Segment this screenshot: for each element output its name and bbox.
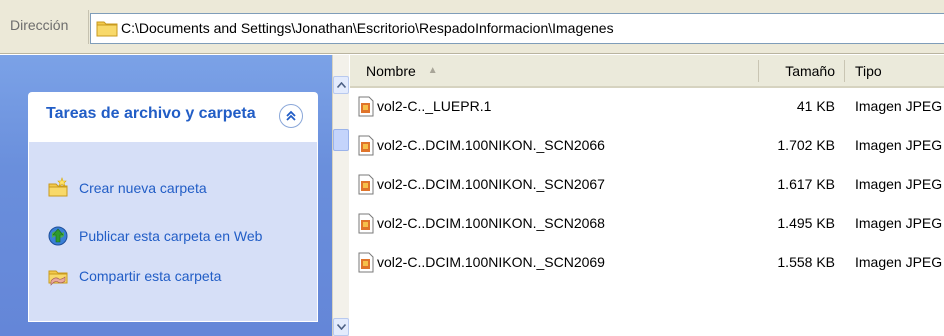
collapse-button[interactable] <box>279 104 303 128</box>
address-path[interactable]: C:\Documents and Settings\Jonathan\Escri… <box>121 20 614 36</box>
column-name-label: Nombre <box>366 62 416 79</box>
column-type-label: Tipo <box>855 62 882 79</box>
file-row[interactable]: vol2-C..DCIM.100NIKON._SCN2069 1.558 KB … <box>350 251 944 275</box>
task-publish-web[interactable]: Publicar esta carpeta en Web <box>47 224 262 248</box>
tasks-body: Crear nueva carpeta Publicar esta carpet… <box>28 142 318 322</box>
task-label: Publicar esta carpeta en Web <box>79 228 263 244</box>
scroll-up-button[interactable] <box>333 76 349 94</box>
jpeg-file-icon <box>358 252 374 273</box>
publish-web-icon <box>48 226 68 246</box>
file-size: 1.558 KB <box>777 254 835 270</box>
jpeg-file-icon <box>358 96 374 117</box>
task-share-folder[interactable]: Compartir esta carpeta <box>47 264 221 288</box>
file-name: vol2-C.._LUEPR.1 <box>377 98 492 114</box>
file-size: 1.702 KB <box>777 137 835 153</box>
file-type: Imagen JPEG <box>855 254 943 270</box>
file-row[interactable]: vol2-C.._LUEPR.1 41 KB Imagen JPEG <box>350 95 944 119</box>
file-row[interactable]: vol2-C..DCIM.100NIKON._SCN2068 1.495 KB … <box>350 212 944 236</box>
file-name: vol2-C..DCIM.100NIKON._SCN2066 <box>377 137 605 153</box>
file-size: 1.495 KB <box>777 215 835 231</box>
file-name: vol2-C..DCIM.100NIKON._SCN2067 <box>377 176 605 192</box>
file-type: Imagen JPEG <box>855 176 943 192</box>
file-type: Imagen JPEG <box>855 215 943 231</box>
address-field[interactable]: C:\Documents and Settings\Jonathan\Escri… <box>90 13 944 44</box>
chevron-double-up-icon <box>286 110 296 121</box>
file-row[interactable]: vol2-C..DCIM.100NIKON._SCN2067 1.617 KB … <box>350 173 944 197</box>
file-type: Imagen JPEG <box>855 98 943 114</box>
column-header-size[interactable]: Tamaño <box>759 55 845 88</box>
task-new-folder[interactable]: Crear nueva carpeta <box>47 176 207 200</box>
address-label: Dirección <box>10 17 69 33</box>
tasks-title: Tareas de archivo y carpeta <box>46 105 256 122</box>
task-label: Crear nueva carpeta <box>79 180 207 196</box>
file-type: Imagen JPEG <box>855 137 943 153</box>
jpeg-file-icon <box>358 213 374 234</box>
file-size: 1.617 KB <box>777 176 835 192</box>
address-separator <box>88 10 89 44</box>
file-list: Nombre ▲ Tamaño Tipo vol2-C.._LUEPR.1 41… <box>350 55 944 336</box>
address-bar: Dirección C:\Documents and Settings\Jona… <box>0 0 944 54</box>
file-name: vol2-C..DCIM.100NIKON._SCN2069 <box>377 254 605 270</box>
jpeg-file-icon <box>358 135 374 156</box>
vertical-scrollbar[interactable] <box>332 55 349 336</box>
jpeg-file-icon <box>358 174 374 195</box>
file-row[interactable]: vol2-C..DCIM.100NIKON._SCN2066 1.702 KB … <box>350 134 944 158</box>
tasks-pane: Tareas de archivo y carpeta Crear nueva … <box>0 55 332 336</box>
file-size: 41 KB <box>796 98 835 114</box>
task-label: Compartir esta carpeta <box>79 268 222 284</box>
arrow-up-icon <box>336 82 346 88</box>
share-folder-icon <box>48 270 68 286</box>
new-folder-icon <box>48 177 68 197</box>
column-header-type[interactable]: Tipo <box>845 55 944 88</box>
file-name: vol2-C..DCIM.100NIKON._SCN2068 <box>377 215 605 231</box>
sort-ascending-icon: ▲ <box>427 65 438 76</box>
tasks-header[interactable]: Tareas de archivo y carpeta <box>28 92 318 142</box>
column-size-label: Tamaño <box>785 62 835 79</box>
folder-icon <box>96 21 118 37</box>
arrow-down-icon <box>336 324 346 330</box>
scroll-thumb[interactable] <box>333 129 349 151</box>
column-header-name[interactable]: Nombre ▲ <box>350 55 759 88</box>
scroll-down-button[interactable] <box>333 318 349 336</box>
